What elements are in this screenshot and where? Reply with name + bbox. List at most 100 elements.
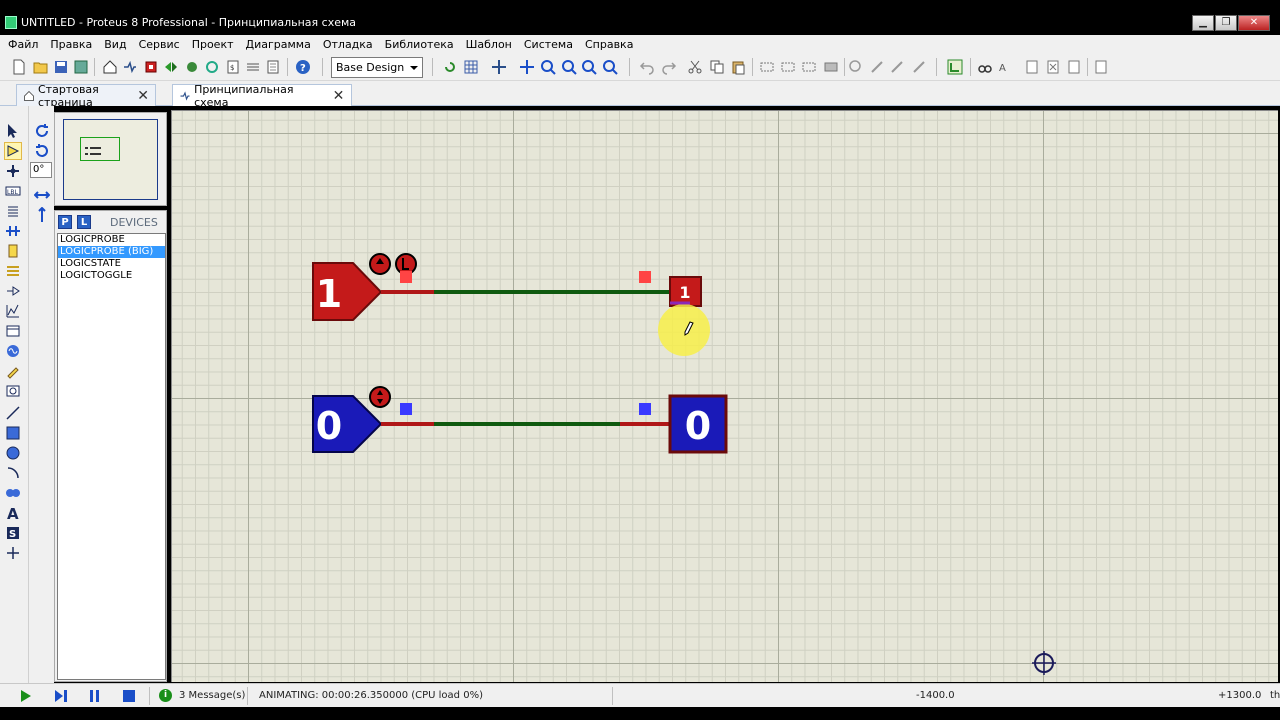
pan-icon[interactable] <box>518 58 536 76</box>
toggle-indicator-up[interactable] <box>369 253 391 275</box>
packaging-tool-icon[interactable] <box>888 58 906 76</box>
path-tool-icon[interactable] <box>4 484 22 502</box>
notes-icon[interactable] <box>264 58 282 76</box>
origin-icon[interactable] <box>490 58 508 76</box>
list-item[interactable]: LOGICPROBE <box>58 234 165 246</box>
pick-device-icon[interactable] <box>847 58 865 76</box>
design-variant-select[interactable]: Base Design <box>331 57 423 78</box>
home-icon[interactable] <box>101 58 119 76</box>
circle-tool-icon[interactable] <box>4 444 22 462</box>
tab-schematic[interactable]: Принципиальная схема ✕ <box>172 83 352 109</box>
refresh-icon[interactable] <box>441 58 459 76</box>
voltage-probe-icon[interactable] <box>4 362 22 380</box>
mirror-horizontal-icon[interactable] <box>33 186 51 204</box>
decompose-icon[interactable] <box>910 58 928 76</box>
menu-template[interactable]: Шаблон <box>460 38 518 51</box>
line-tool-icon[interactable] <box>4 404 22 422</box>
menu-tools[interactable]: Сервис <box>133 38 186 51</box>
overview-panel[interactable] <box>54 112 167 206</box>
zoom-out-icon[interactable] <box>560 58 578 76</box>
rotate-clockwise-icon[interactable] <box>33 122 51 140</box>
list-item[interactable]: LOGICPROBE (BIG) <box>58 246 165 258</box>
search-tag-icon[interactable] <box>976 58 994 76</box>
zoom-all-icon[interactable] <box>580 58 598 76</box>
menu-project[interactable]: Проект <box>186 38 240 51</box>
block-move-icon[interactable] <box>779 58 797 76</box>
menu-edit[interactable]: Правка <box>44 38 98 51</box>
text-script-icon[interactable] <box>4 202 22 220</box>
menu-library[interactable]: Библиотека <box>379 38 460 51</box>
remove-sheet-icon[interactable] <box>1044 58 1062 76</box>
new-file-icon[interactable] <box>10 58 28 76</box>
close-icon[interactable]: ✕ <box>332 88 345 104</box>
copy-icon[interactable] <box>708 58 726 76</box>
close-icon[interactable]: ✕ <box>137 88 149 104</box>
terminals-icon[interactable] <box>4 262 22 280</box>
arc-tool-icon[interactable] <box>4 464 22 482</box>
generator-icon[interactable] <box>4 342 22 360</box>
selection-mode-icon[interactable] <box>4 122 22 140</box>
component-mode-icon[interactable] <box>4 142 22 160</box>
gerber-icon[interactable] <box>183 58 201 76</box>
block-delete-icon[interactable] <box>822 58 840 76</box>
menu-file[interactable]: Файл <box>2 38 44 51</box>
device-pins-icon[interactable] <box>4 282 22 300</box>
zoom-area-icon[interactable] <box>601 58 619 76</box>
stop-button[interactable] <box>121 688 137 704</box>
tab-start-page[interactable]: Стартовая страница ✕ <box>16 83 156 109</box>
minimize-button[interactable]: ▁ <box>1192 15 1214 31</box>
make-device-icon[interactable] <box>868 58 886 76</box>
logicprobe-big[interactable]: 0 <box>668 394 728 454</box>
save-icon[interactable] <box>52 58 70 76</box>
symbol-tool-icon[interactable]: S <box>4 524 22 542</box>
wire-label-icon[interactable]: LBL <box>4 182 22 200</box>
library-manager-button[interactable]: L <box>77 215 91 229</box>
new-sheet-icon[interactable] <box>1023 58 1041 76</box>
rotate-counterclockwise-icon[interactable] <box>33 142 51 160</box>
pcb-layout-icon[interactable] <box>142 58 160 76</box>
box-tool-icon[interactable] <box>4 424 22 442</box>
exit-to-parent-icon[interactable] <box>1065 58 1083 76</box>
menu-graph[interactable]: Диаграмма <box>240 38 317 51</box>
block-rotate-icon[interactable] <box>800 58 818 76</box>
paste-icon[interactable] <box>729 58 747 76</box>
logicstate-high[interactable]: 1 <box>312 262 383 321</box>
close-button[interactable]: ✕ <box>1238 15 1270 31</box>
pause-button[interactable] <box>87 688 103 704</box>
grid-toggle-icon[interactable] <box>462 58 480 76</box>
netlist-icon[interactable] <box>244 58 262 76</box>
menu-debug[interactable]: Отладка <box>317 38 379 51</box>
design-explorer-icon[interactable] <box>203 58 221 76</box>
undo-icon[interactable] <box>638 58 656 76</box>
marker-tool-icon[interactable] <box>4 544 22 562</box>
schematic-capture-icon[interactable] <box>121 58 139 76</box>
message-count[interactable]: 3 Message(s) <box>179 690 245 701</box>
junction-dot-icon[interactable] <box>4 162 22 180</box>
zoom-in-icon[interactable] <box>539 58 557 76</box>
list-item[interactable]: LOGICTOGGLE <box>58 270 165 282</box>
maximize-button[interactable]: ❐ <box>1215 15 1237 31</box>
open-folder-icon[interactable] <box>32 58 50 76</box>
pick-device-button[interactable]: P <box>58 215 72 229</box>
info-icon[interactable]: i <box>159 689 172 702</box>
logicstate-low[interactable]: 0 <box>312 395 383 453</box>
graph-mode-icon[interactable] <box>4 302 22 320</box>
list-item[interactable]: LOGICSTATE <box>58 258 165 270</box>
bill-of-materials-icon[interactable]: $ <box>224 58 242 76</box>
redo-icon[interactable] <box>660 58 678 76</box>
property-assignment-icon[interactable]: A <box>996 58 1014 76</box>
menu-system[interactable]: Система <box>518 38 579 51</box>
play-button[interactable] <box>18 688 34 704</box>
virtual-instruments-icon[interactable] <box>4 382 22 400</box>
block-copy-icon[interactable] <box>758 58 776 76</box>
tape-recorder-icon[interactable] <box>4 322 22 340</box>
menu-view[interactable]: Вид <box>98 38 132 51</box>
3d-viewer-icon[interactable] <box>162 58 180 76</box>
schematic-canvas[interactable]: 1 1 0 0 <box>171 110 1278 682</box>
menu-help[interactable]: Справка <box>579 38 639 51</box>
toggle-indicator-updown[interactable] <box>369 386 391 408</box>
import-icon[interactable] <box>72 58 90 76</box>
help-icon[interactable]: ? <box>294 58 312 76</box>
subcircuit-icon[interactable] <box>4 242 22 260</box>
units-label[interactable]: th <box>1270 690 1280 701</box>
